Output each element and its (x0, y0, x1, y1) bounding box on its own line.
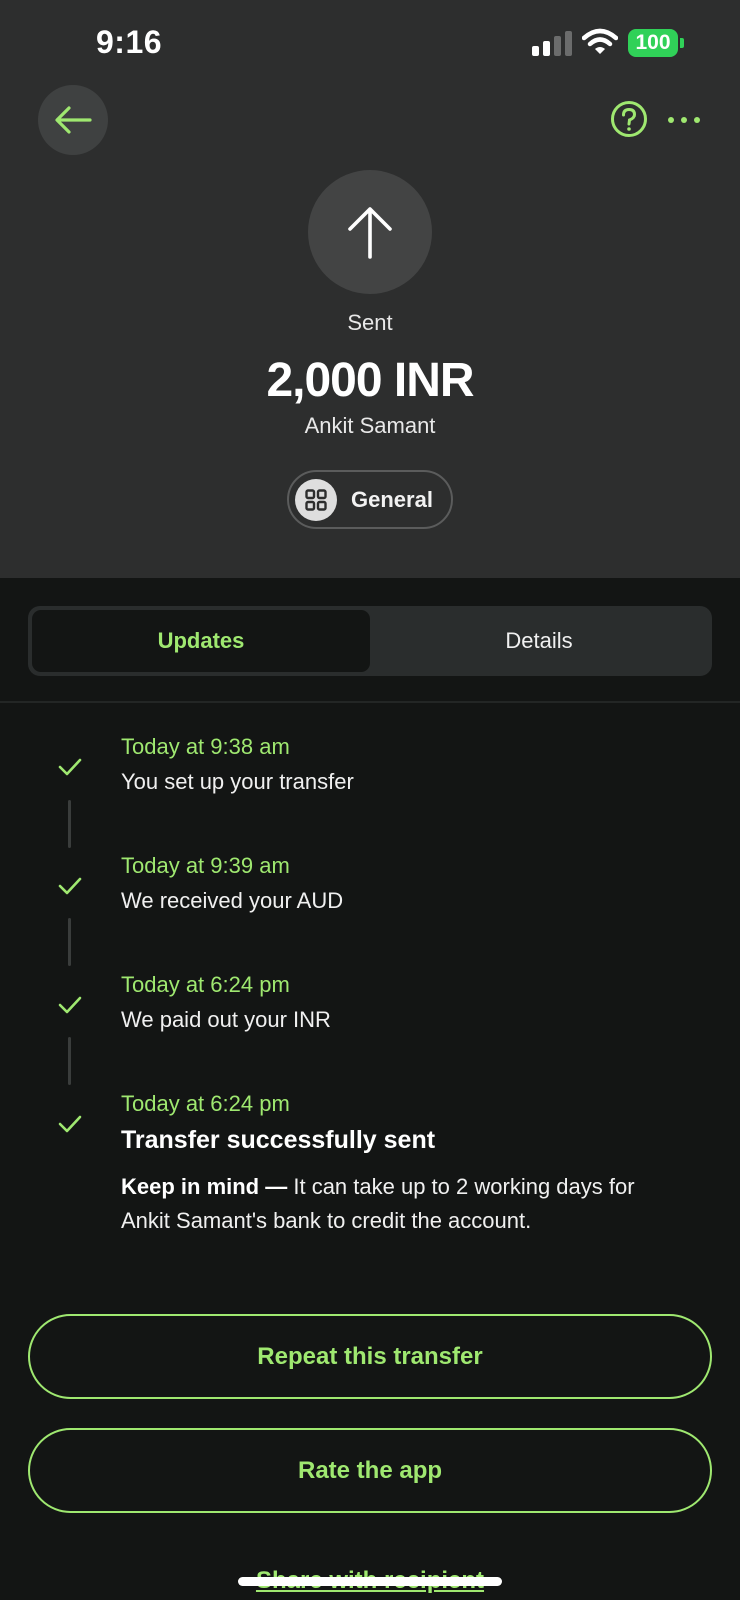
timeline-text: We received your AUD (121, 888, 344, 913)
timeline-connector (68, 800, 71, 848)
section-divider (0, 701, 740, 703)
timeline-time: Today at 9:38 am (121, 734, 290, 759)
transfer-amount: 2,000 INR (266, 354, 474, 407)
category-chip[interactable]: General (287, 470, 453, 529)
home-indicator (238, 1577, 502, 1586)
check-icon (58, 877, 82, 895)
grid-icon (295, 478, 337, 521)
sent-status-badge (308, 170, 432, 294)
recipient-name: Ankit Samant (304, 413, 436, 438)
timeline-text: You set up your transfer (121, 769, 354, 794)
keep-in-mind-note: Keep in mind — It can take up to 2 worki… (121, 1170, 681, 1238)
wifi-icon (582, 28, 618, 54)
timeline-connector (68, 918, 71, 966)
back-button[interactable] (38, 85, 108, 155)
arrow-left-icon (55, 106, 92, 134)
timeline-time: Today at 9:39 am (121, 853, 290, 878)
arrow-up-icon (348, 207, 392, 259)
check-icon (58, 758, 82, 776)
battery-nub (680, 38, 684, 48)
timeline-text: We paid out your INR (121, 1007, 331, 1032)
rate-app-button[interactable]: Rate the app (28, 1428, 712, 1513)
help-icon[interactable] (610, 100, 648, 138)
tab-updates[interactable]: Updates (32, 610, 370, 672)
timeline-time: Today at 6:24 pm (121, 972, 290, 997)
note-lead: Keep in mind — (121, 1174, 288, 1199)
battery-level: 100 (635, 31, 671, 54)
transfer-status-label: Sent (347, 310, 393, 335)
repeat-transfer-button[interactable]: Repeat this transfer (28, 1314, 712, 1399)
status-time: 9:16 (96, 24, 163, 60)
check-icon (58, 996, 82, 1014)
category-label: General (351, 486, 433, 512)
timeline-title: Transfer successfully sent (121, 1126, 436, 1154)
battery-indicator: 100 (628, 29, 678, 57)
timeline-connector (68, 1037, 71, 1085)
tab-bar: Updates Details (28, 606, 712, 676)
tab-details[interactable]: Details (370, 610, 708, 672)
check-icon (58, 1115, 82, 1133)
cellular-signal-icon (532, 30, 572, 56)
more-options-icon[interactable] (668, 104, 700, 136)
timeline-time: Today at 6:24 pm (121, 1091, 290, 1116)
